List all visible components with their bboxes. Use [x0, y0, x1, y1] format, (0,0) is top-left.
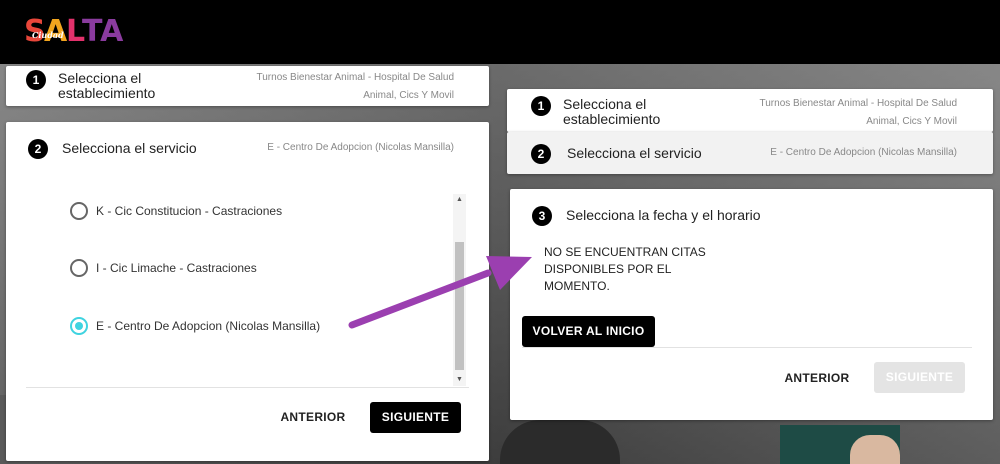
step-subtitle: Turnos Bienestar Animal - Hospital De Sa… [759, 98, 958, 127]
background-figure [500, 420, 620, 464]
step-subtitle: E - Centro De Adopcion (Nicolas Mansilla… [267, 142, 454, 153]
step-title: Selecciona el establecimiento [563, 96, 661, 127]
step-establishment-card[interactable]: 1 Selecciona el establecimiento Turnos B… [6, 66, 489, 106]
step-service-card: 2 Selecciona el servicio E - Centro De A… [6, 122, 489, 461]
siguiente-button-disabled: SIGUIENTE [874, 362, 965, 393]
step-number: 2 [531, 144, 551, 164]
service-options-list[interactable]: K - Cic Constitucion - Castraciones I - … [60, 192, 460, 387]
scroll-thumb[interactable] [455, 242, 464, 370]
list-scrollbar[interactable]: ▲ ▼ [453, 194, 466, 386]
step-subtitle: E - Centro De Adopcion (Nicolas Mansilla… [770, 147, 957, 158]
step-date-card: 3 Selecciona la fecha y el horario NO SE… [510, 189, 993, 420]
top-bar: S A L TA Ciudad [0, 0, 1000, 64]
background-figure [850, 435, 900, 464]
radio-button[interactable] [70, 259, 88, 277]
salta-logo[interactable]: S A L TA Ciudad [24, 16, 123, 48]
scroll-up-icon[interactable]: ▲ [453, 194, 466, 206]
divider [26, 387, 469, 388]
no-appointments-message: NO SE ENCUENTRAN CITAS DISPONIBLES POR E… [544, 245, 706, 293]
scroll-down-icon[interactable]: ▼ [453, 374, 466, 386]
divider [522, 347, 972, 348]
service-option-label: E - Centro De Adopcion (Nicolas Mansilla… [96, 319, 321, 333]
logo-script: Ciudad [32, 30, 64, 40]
service-option-label: I - Cic Limache - Castraciones [96, 261, 257, 275]
step-establishment-card[interactable]: 1 Selecciona el establecimiento Turnos B… [507, 89, 993, 132]
logo-letter: TA [82, 14, 124, 49]
step-number: 2 [28, 139, 48, 159]
anterior-button[interactable]: ANTERIOR [776, 363, 858, 393]
siguiente-button[interactable]: SIGUIENTE [370, 402, 461, 433]
service-option-label: K - Cic Constitucion - Castraciones [96, 204, 283, 218]
step-number: 1 [26, 70, 46, 90]
step-number: 3 [532, 206, 552, 226]
step-title: Selecciona el servicio [62, 140, 197, 156]
anterior-button[interactable]: ANTERIOR [272, 402, 354, 432]
radio-button-checked[interactable] [70, 317, 88, 335]
step-subtitle: Turnos Bienestar Animal - Hospital De Sa… [256, 72, 455, 101]
radio-button[interactable] [70, 202, 88, 220]
volver-al-inicio-button[interactable]: VOLVER AL INICIO [522, 316, 655, 347]
step-number: 1 [531, 96, 551, 116]
step-title: Selecciona el establecimiento [58, 70, 156, 101]
step-title: Selecciona la fecha y el horario [566, 207, 761, 223]
step-service-card[interactable]: 2 Selecciona el servicio E - Centro De A… [507, 132, 993, 174]
step-title: Selecciona el servicio [567, 145, 702, 161]
